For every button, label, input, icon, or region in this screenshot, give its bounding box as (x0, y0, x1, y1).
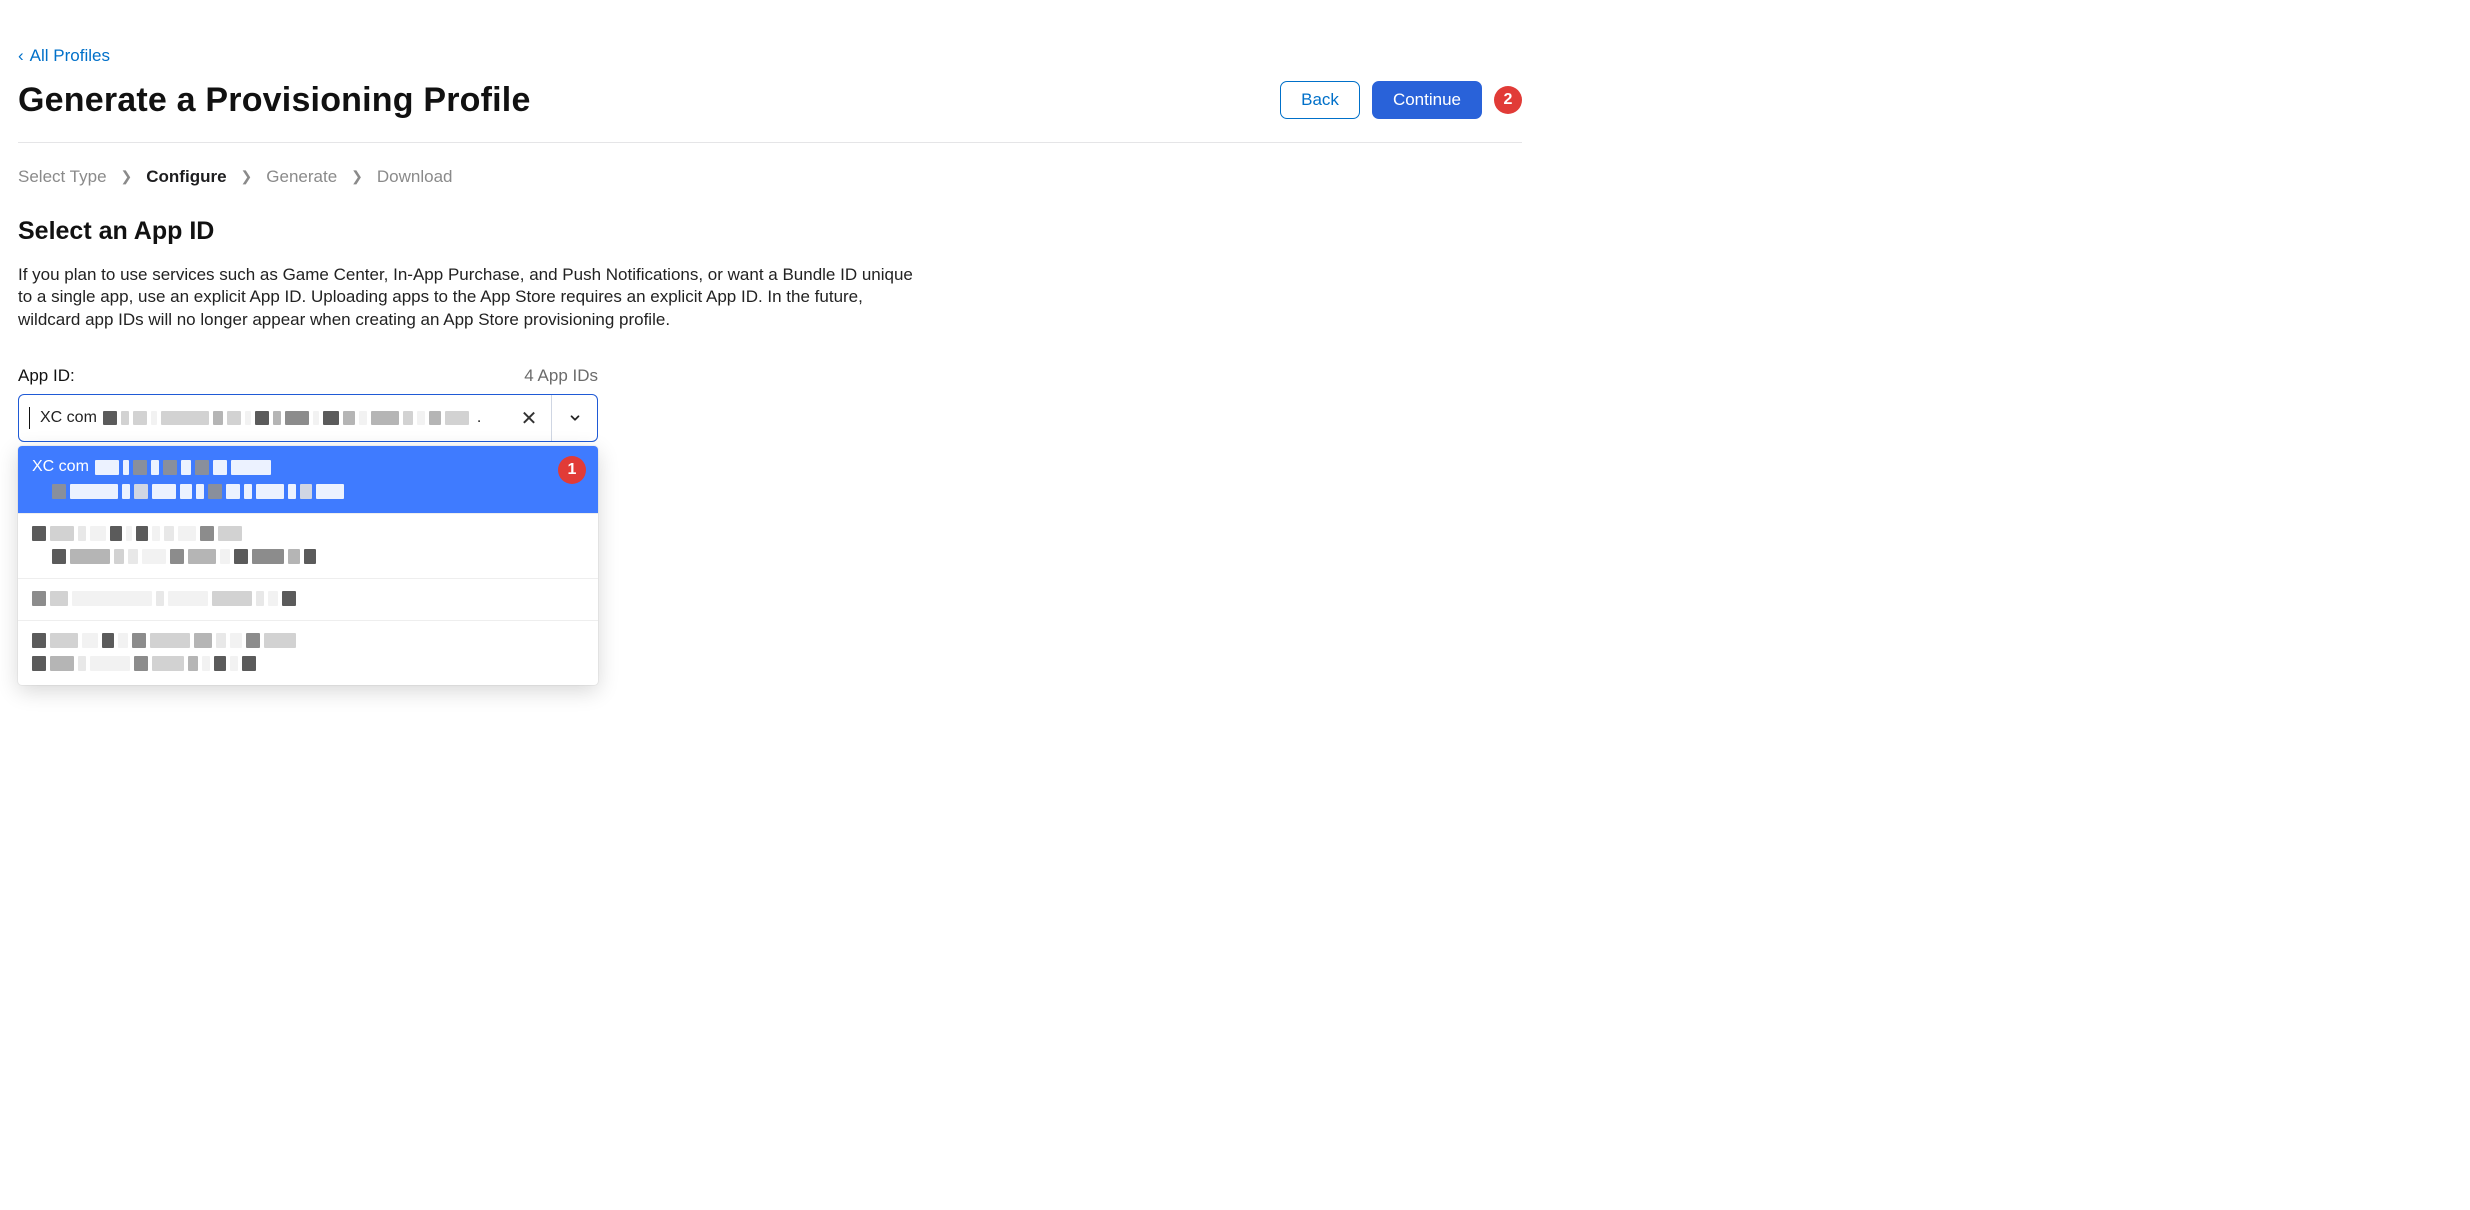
section-title: Select an App ID (18, 217, 1522, 246)
back-button[interactable]: Back (1280, 81, 1360, 119)
dropdown-toggle[interactable] (551, 395, 597, 441)
app-id-label: App ID: (18, 366, 75, 386)
header-divider (18, 142, 1522, 143)
continue-button-label: Continue (1393, 90, 1461, 110)
dropdown-option-4[interactable] (18, 620, 598, 685)
dropdown-option-1[interactable]: XC com (18, 446, 598, 513)
back-link-all-profiles[interactable]: ‹ All Profiles (18, 46, 110, 66)
back-link-label: All Profiles (30, 46, 110, 66)
app-id-input-dot: . (475, 409, 483, 427)
text-caret (29, 407, 30, 429)
section-description: If you plan to use services such as Game… (18, 264, 918, 333)
breadcrumb-step-download[interactable]: Download (377, 167, 453, 187)
dropdown-option-prefix: XC com (32, 458, 89, 476)
app-id-input-prefix: XC com (40, 409, 97, 427)
chevron-right-icon: ❯ (351, 168, 363, 185)
redacted-text (32, 633, 296, 648)
back-button-label: Back (1301, 90, 1339, 110)
redacted-text (32, 591, 296, 606)
chevron-down-icon (568, 411, 582, 425)
app-id-input[interactable]: XC com . (19, 395, 507, 441)
redacted-text (103, 411, 469, 425)
chevron-right-icon: ❯ (121, 168, 133, 185)
breadcrumb: Select Type ❯ Configure ❯ Generate ❯ Dow… (18, 167, 1522, 187)
redacted-text (32, 526, 242, 541)
app-id-count: 4 App IDs (524, 366, 598, 386)
page-title: Generate a Provisioning Profile (18, 81, 531, 120)
dropdown-option-2[interactable] (18, 513, 598, 578)
app-id-combobox[interactable]: XC com . ✕ (18, 394, 598, 442)
redacted-text (95, 460, 271, 475)
app-id-dropdown: XC com (18, 446, 598, 685)
clear-input-button[interactable]: ✕ (507, 406, 551, 431)
chevron-left-icon: ‹ (18, 47, 24, 64)
breadcrumb-step-generate[interactable]: Generate (266, 167, 337, 187)
redacted-text (52, 549, 316, 564)
continue-button[interactable]: Continue (1372, 81, 1482, 119)
breadcrumb-step-select-type[interactable]: Select Type (18, 167, 107, 187)
dropdown-option-3[interactable] (18, 578, 598, 620)
redacted-text (52, 484, 344, 499)
chevron-right-icon: ❯ (241, 168, 253, 185)
redacted-text (32, 656, 256, 671)
annotation-badge-2: 2 (1494, 86, 1522, 114)
breadcrumb-step-configure[interactable]: Configure (146, 167, 226, 187)
x-icon: ✕ (521, 406, 538, 431)
